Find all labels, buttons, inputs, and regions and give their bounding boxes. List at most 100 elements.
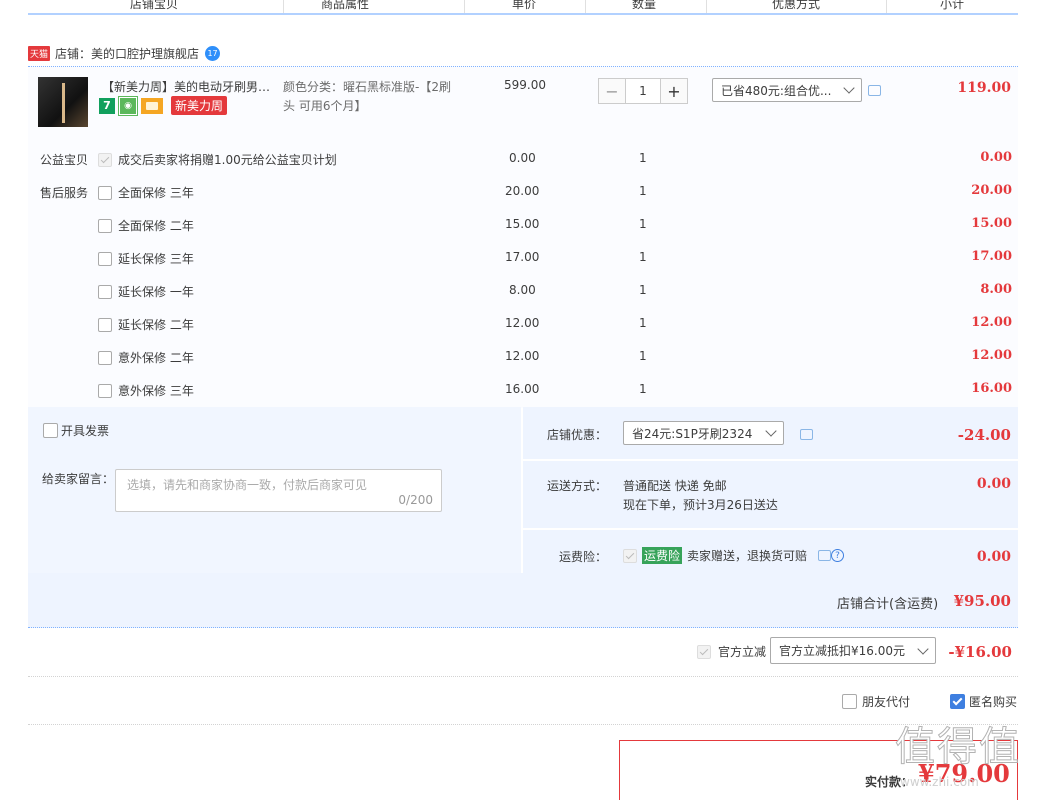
service-subtotal: 8.00 (980, 282, 1012, 297)
service-price: 12.00 (505, 316, 540, 330)
charity-label: 公益宝贝 (40, 153, 89, 167)
message-placeholder: 选填，请先和商家协商一致，付款后商家可见 (127, 478, 368, 492)
service-name: 意外保修 三年 (118, 384, 194, 398)
service-checkbox[interactable] (98, 350, 112, 365)
service-price: 16.00 (505, 382, 540, 396)
chevron-down-icon (843, 82, 855, 94)
service-option[interactable]: 意外保修 三年 (98, 382, 194, 399)
friend-pay-checkbox[interactable] (842, 694, 857, 709)
service-option[interactable]: 全面保修 二年 (98, 217, 194, 234)
service-option[interactable]: 延长保修 二年 (98, 316, 194, 333)
shop-discount-value: 省24元:S1P牙刷2324 (632, 426, 753, 441)
invoice-option[interactable]: 开具发票 (43, 422, 109, 439)
promo-badge: 新美力周 (171, 96, 228, 115)
anonymous-label: 匿名购买 (969, 695, 1018, 709)
service-option[interactable]: 延长保修 三年 (98, 250, 194, 267)
help-icon[interactable]: ? (831, 549, 845, 562)
insurance-amount: 0.00 (976, 549, 1011, 565)
service-subtotal: 12.00 (971, 348, 1012, 363)
card-icon (141, 97, 163, 114)
qty-minus-button[interactable]: − (598, 78, 626, 104)
service-qty: 1 (639, 316, 647, 330)
shop-total-label: 店铺合计(含运费) (837, 597, 939, 612)
service-checkbox[interactable] (98, 185, 112, 200)
tmall-icon: 天猫 (28, 45, 51, 61)
chevron-down-icon (765, 425, 777, 437)
official-discount-option: 官方立减 (697, 643, 766, 660)
friend-pay-option[interactable]: 朋友代付 (842, 693, 910, 710)
shop-row: 天猫 店铺：美的口腔护理旗舰店 17 (28, 44, 221, 62)
shop-total-amount: ¥95.00 (953, 592, 1011, 610)
shop-discount-amount: -24.00 (957, 426, 1011, 444)
service-qty: 1 (639, 382, 647, 396)
invoice-label: 开具发票 (61, 424, 110, 438)
product-title[interactable]: 【新美力周】美的电动牙刷男女... (102, 78, 280, 95)
service-qty: 1 (639, 184, 647, 198)
service-option[interactable]: 全面保修 三年 (98, 184, 194, 201)
service-qty: 1 (639, 217, 647, 231)
charity-subtotal: 0.00 (980, 150, 1012, 165)
service-subtotal: 15.00 (971, 216, 1012, 231)
official-discount-amount: -¥16.00 (948, 643, 1012, 661)
service-name: 延长保修 二年 (118, 318, 194, 332)
qty-input[interactable]: 1 (626, 78, 660, 104)
service-option[interactable]: 延长保修 一年 (98, 283, 194, 300)
comment-icon[interactable] (800, 429, 813, 440)
service-subtotal: 16.00 (971, 381, 1012, 396)
service-name: 全面保修 三年 (118, 186, 194, 200)
service-checkbox[interactable] (98, 251, 112, 266)
official-discount-label: 官方立减 (718, 645, 767, 659)
shipping-info: 普通配送 快递 免邮 现在下单，预计3月26日送达 (623, 477, 778, 515)
shop-name[interactable]: 店铺：美的口腔护理旗舰店 (55, 45, 199, 62)
watermark-logo: 值得值 (895, 724, 1021, 771)
service-checkbox[interactable] (98, 317, 112, 332)
product-spec: 颜色分类：曜石黑标准版-【2刷 头 可用6个月】 (283, 78, 463, 116)
medal-icon: ◉ (118, 95, 138, 116)
shop-discount-label: 店铺优惠： (547, 428, 608, 442)
insurance-checkbox (623, 548, 637, 563)
service-price: 20.00 (505, 184, 540, 198)
service-checkbox[interactable] (98, 284, 112, 299)
spec-line: 头 可用6个月】 (283, 99, 367, 113)
chat-icon[interactable]: 17 (205, 45, 221, 61)
qty-plus-button[interactable]: + (660, 78, 688, 104)
product-price: 599.00 (504, 78, 546, 92)
official-discount-value: 官方立减抵扣¥16.00元 (779, 644, 905, 658)
service-price: 12.00 (505, 349, 540, 363)
col-header-price: 单价 (512, 0, 537, 11)
service-name: 意外保修 二年 (118, 351, 194, 365)
service-subtotal: 17.00 (971, 249, 1012, 264)
charity-price: 0.00 (509, 151, 536, 165)
service-name: 全面保修 二年 (118, 219, 194, 233)
shipping-eta: 现在下单，预计3月26日送达 (623, 498, 778, 512)
service-checkbox[interactable] (98, 383, 112, 398)
service-qty: 1 (639, 349, 647, 363)
charity-checkbox (98, 152, 112, 167)
service-checkbox[interactable] (98, 218, 112, 233)
official-discount-checkbox (697, 644, 711, 659)
charity-option: 成交后卖家将捐赠1.00元给公益宝贝计划 (98, 151, 337, 168)
col-header-qty: 数量 (632, 0, 657, 11)
product-subtotal: 119.00 (957, 80, 1011, 96)
anonymous-option[interactable]: 匿名购买 (950, 693, 1017, 710)
message-counter: 0/200 (398, 493, 433, 507)
insurance-label: 运费险： (559, 550, 608, 564)
shipping-method: 普通配送 快递 免邮 (623, 479, 727, 493)
invoice-checkbox[interactable] (43, 423, 58, 438)
comment-icon[interactable] (818, 550, 832, 561)
message-textarea[interactable]: 选填，请先和商家协商一致，付款后商家可见 0/200 (115, 469, 442, 512)
official-discount-select[interactable]: 官方立减抵扣¥16.00元 (770, 637, 936, 664)
service-subtotal: 12.00 (971, 315, 1012, 330)
col-header-subtotal: 小计 (940, 0, 965, 11)
service-price: 17.00 (505, 250, 540, 264)
quantity-stepper: − 1 + (598, 78, 688, 104)
charity-qty: 1 (639, 151, 647, 165)
insurance-tag: 运费险 (642, 547, 683, 564)
shop-discount-select[interactable]: 省24元:S1P牙刷2324 (623, 421, 784, 445)
seven-day-return-icon: 7 (99, 97, 115, 114)
product-thumbnail[interactable] (38, 77, 88, 127)
service-option[interactable]: 意外保修 二年 (98, 349, 194, 366)
anonymous-checkbox[interactable] (950, 694, 965, 709)
comment-icon[interactable] (868, 85, 881, 96)
discount-select[interactable]: 已省480元:组合优... (712, 78, 862, 102)
